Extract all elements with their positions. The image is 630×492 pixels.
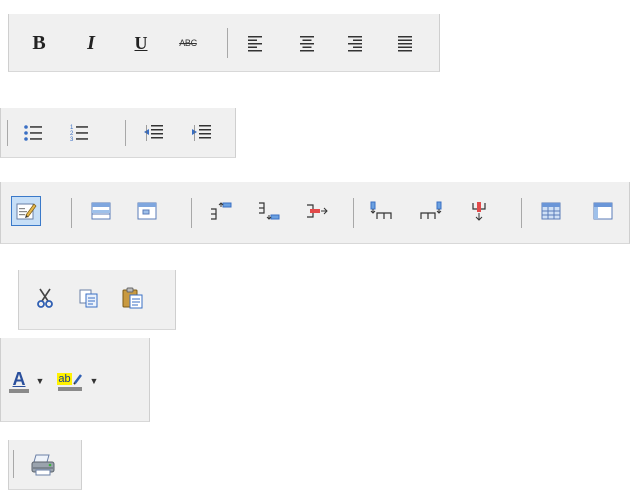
highlight-pen-icon: ab — [57, 373, 82, 385]
font-color-label: A — [12, 369, 26, 389]
outdent-icon — [144, 125, 163, 141]
separator — [7, 120, 8, 146]
delete-row-button[interactable] — [305, 199, 329, 223]
insert-table-button[interactable] — [539, 199, 563, 223]
highlight-dropdown[interactable]: ▼ — [87, 372, 101, 390]
table-grid-icon — [541, 202, 561, 220]
separator — [125, 120, 126, 146]
outdent-button[interactable] — [141, 121, 165, 145]
row-properties-button[interactable] — [89, 199, 113, 223]
italic-label: I — [87, 31, 95, 54]
insert-row-below-button[interactable] — [257, 199, 281, 223]
align-right-icon — [348, 36, 362, 52]
cell-properties-button[interactable] — [135, 199, 159, 223]
underline-button[interactable]: U — [129, 31, 153, 55]
highlight-swatch — [58, 387, 82, 391]
cut-button[interactable] — [33, 286, 57, 310]
align-left-button[interactable] — [243, 31, 267, 55]
insert-column-left-button[interactable] — [369, 199, 393, 223]
clipboard-toolbar — [18, 270, 176, 330]
insert-column-left-icon — [370, 201, 392, 219]
align-right-button[interactable] — [343, 31, 367, 55]
highlight-button[interactable]: ab — [55, 368, 85, 396]
italic-button[interactable]: I — [79, 31, 103, 55]
separator — [71, 198, 72, 228]
list-toolbar: 123 — [0, 108, 236, 158]
justify-button[interactable] — [393, 31, 417, 55]
highlight-label: ab — [57, 373, 72, 385]
insert-column-right-button[interactable] — [419, 199, 443, 223]
bold-label: B — [32, 31, 46, 54]
font-color-button[interactable]: A — [7, 368, 31, 396]
separator — [521, 198, 522, 228]
align-left-icon — [248, 36, 262, 52]
separator — [191, 198, 192, 228]
chevron-down-icon: ▼ — [35, 376, 45, 386]
table-cell-icon — [137, 202, 157, 220]
printer-icon — [31, 454, 55, 476]
insert-row-above-button[interactable] — [209, 199, 233, 223]
copy-icon — [79, 289, 98, 308]
numbered-list-icon: 123 — [70, 125, 88, 143]
font-color-dropdown[interactable]: ▼ — [33, 372, 47, 390]
insert-row-below-icon — [259, 202, 280, 220]
copy-button[interactable] — [77, 286, 101, 310]
paste-button[interactable] — [121, 286, 145, 310]
color-toolbar: A ▼ ab ▼ — [0, 338, 150, 422]
edit-pencil-icon — [16, 203, 37, 220]
delete-row-icon — [307, 204, 328, 218]
table-toolbar — [0, 182, 630, 244]
scissors-icon — [37, 288, 53, 308]
separator — [227, 28, 228, 58]
text-format-toolbar: B I U ABC — [8, 14, 440, 72]
insert-row-above-icon — [211, 202, 232, 220]
align-center-button[interactable] — [295, 31, 319, 55]
align-center-icon — [300, 36, 314, 52]
strikethrough-button[interactable]: ABC — [173, 31, 203, 55]
font-color-swatch — [9, 389, 29, 393]
table-props-icon — [593, 202, 613, 220]
print-toolbar — [8, 440, 82, 490]
indent-icon — [192, 125, 211, 141]
print-button[interactable] — [29, 451, 57, 479]
table-row-icon — [91, 202, 111, 220]
bullet-list-icon — [24, 125, 42, 141]
indent-button[interactable] — [189, 121, 213, 145]
delete-column-button[interactable] — [467, 199, 491, 223]
insert-column-right-icon — [420, 201, 442, 219]
align-justify-icon — [398, 36, 412, 52]
bulleted-list-button[interactable] — [21, 121, 45, 145]
svg-text:3: 3 — [70, 137, 74, 143]
numbered-list-button[interactable]: 123 — [67, 121, 91, 145]
underline-label: U — [134, 32, 148, 53]
table-properties-button[interactable] — [591, 199, 615, 223]
bold-button[interactable]: B — [27, 31, 51, 55]
paste-icon — [122, 287, 143, 309]
strikethrough-label: ABC — [179, 38, 197, 48]
chevron-down-icon: ▼ — [89, 376, 99, 386]
edit-button[interactable] — [11, 196, 41, 226]
separator — [13, 450, 14, 478]
separator — [353, 198, 354, 228]
delete-column-icon — [472, 202, 486, 221]
